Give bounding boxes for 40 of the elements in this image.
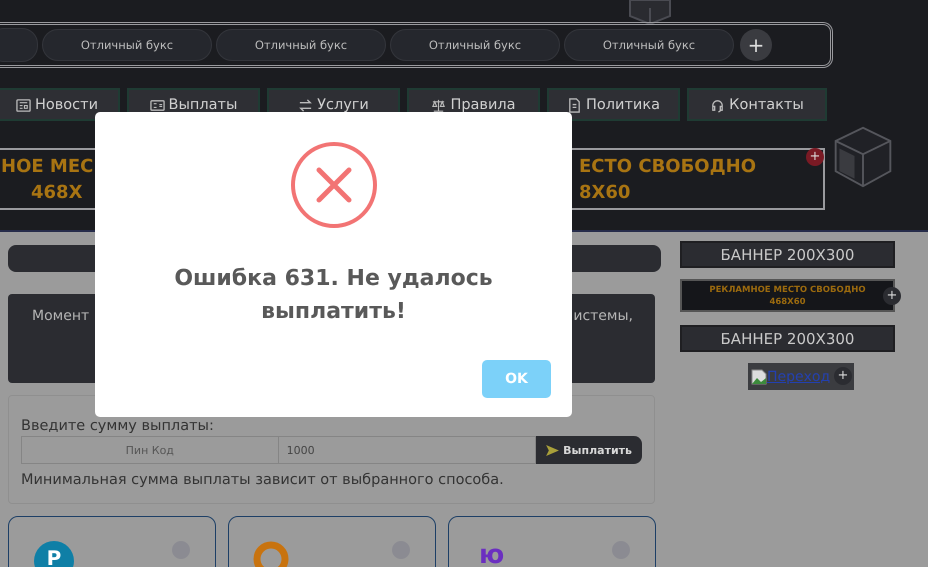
field-label: Введите сумму выплаты: <box>21 417 215 435</box>
info-text: Момент <box>32 308 90 324</box>
send-icon <box>546 444 560 456</box>
amount-field[interactable]: 1000 <box>278 436 536 464</box>
hint-text: Минимальная сумма выплаты зависит от выбранного способа. <box>21 472 505 488</box>
swap-icon <box>298 98 314 113</box>
nav-button[interactable]: Контакты <box>687 88 827 121</box>
payment-logo: P <box>34 541 74 567</box>
payment-method-card[interactable] <box>228 516 436 567</box>
payment-logo: ю <box>479 543 504 567</box>
info-text: истемы, <box>573 308 633 324</box>
bill-icon <box>150 98 165 113</box>
banner-placeholder[interactable]: БАННЕР 200X300 <box>680 325 895 352</box>
banner-text: НОЕ МЕС <box>1 155 94 179</box>
payout-button[interactable]: Выплатить <box>536 436 642 464</box>
error-icon <box>290 141 378 229</box>
banner-text: ЕСТО СВОБОДНО <box>579 155 756 179</box>
headset-icon <box>710 98 726 113</box>
payment-method-card[interactable]: P <box>8 516 216 567</box>
banner-text: РЕКЛАМНОЕ МЕСТО СВОБОДНО <box>709 284 866 296</box>
link-pill[interactable]: Отличный букс <box>564 29 734 61</box>
nav-button[interactable]: Политика <box>547 88 680 121</box>
add-badge[interactable]: + <box>834 367 852 385</box>
banner-text: 8X60 <box>579 181 630 205</box>
add-badge[interactable]: + <box>806 148 824 166</box>
link-pill[interactable] <box>0 28 38 62</box>
broken-image-icon <box>751 368 767 384</box>
dialog-title: Ошибка 631. Не удалось выплатить! <box>173 265 494 326</box>
pin-field[interactable]: Пин Код <box>21 436 279 464</box>
add-button[interactable]: + <box>740 29 772 61</box>
banner-placeholder[interactable]: БАННЕР 200X300 <box>680 241 895 268</box>
link-pill[interactable]: Отличный букс <box>390 29 560 61</box>
link-pill[interactable]: Отличный букс <box>42 29 212 61</box>
banner-text: 468X60 <box>769 296 806 308</box>
document-icon <box>567 98 582 113</box>
link-pill[interactable]: Отличный букс <box>216 29 386 61</box>
nav-button[interactable]: Новости <box>0 88 120 121</box>
banner-text: 468X <box>30 181 82 205</box>
scales-icon <box>431 98 446 113</box>
newspaper-icon <box>16 98 31 113</box>
